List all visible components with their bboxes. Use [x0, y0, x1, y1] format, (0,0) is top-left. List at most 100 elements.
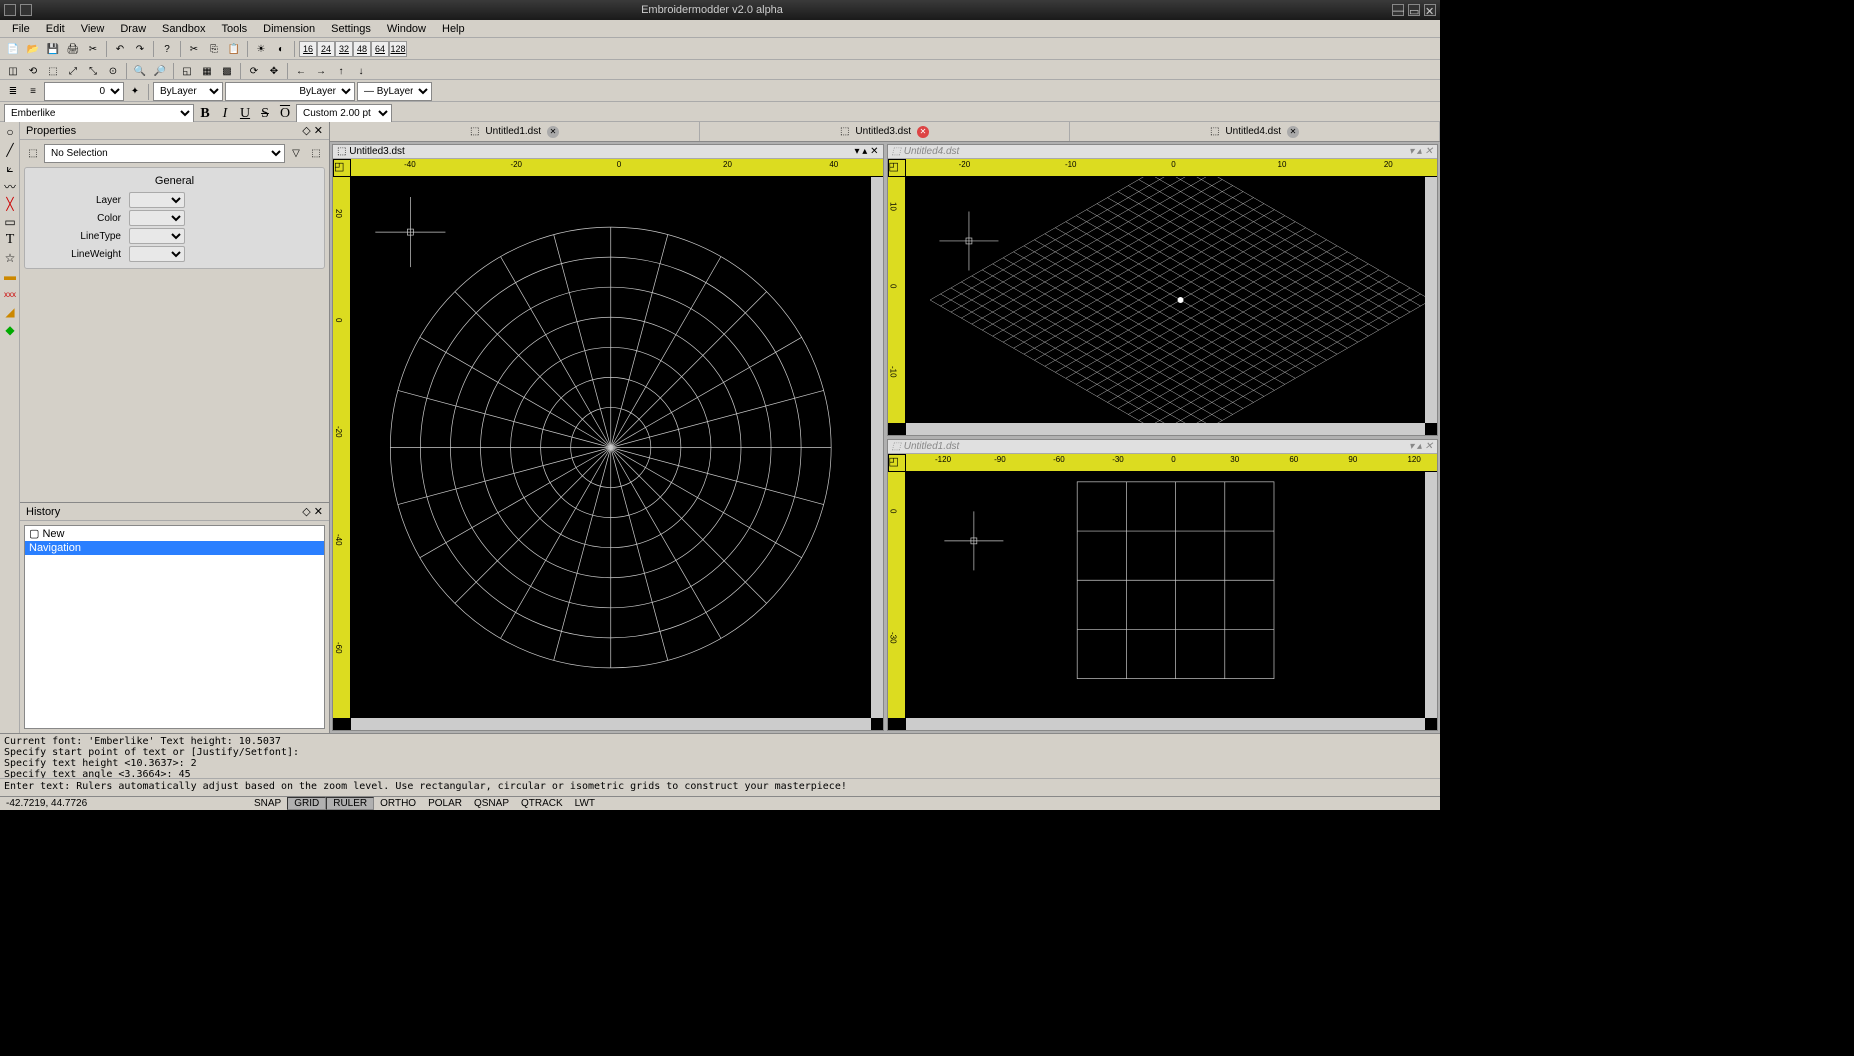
status-ruler[interactable]: RULER	[326, 797, 374, 810]
wave-tool-icon[interactable]: 〰	[2, 178, 18, 194]
close-icon[interactable]: ✕	[1424, 4, 1436, 16]
status-grid[interactable]: GRID	[287, 797, 326, 810]
zoom-window-icon[interactable]: ⬚	[44, 62, 62, 80]
rect-tool-icon[interactable]: ▭	[2, 214, 18, 230]
layer-mgr-icon[interactable]: ≣	[4, 83, 22, 101]
selection-dropdown[interactable]: No Selection	[44, 144, 285, 163]
bold-icon[interactable]: B	[196, 105, 214, 123]
canvas[interactable]	[351, 177, 871, 718]
scrollbar-vertical[interactable]	[1425, 472, 1437, 718]
panel-close-icon[interactable]: ✕	[314, 125, 323, 137]
menu-draw[interactable]: Draw	[112, 21, 154, 37]
cut-icon[interactable]: ✂	[185, 40, 203, 58]
lineweight-bylayer-select[interactable]: — ByLayer	[357, 82, 432, 101]
status-lwt[interactable]: LWT	[569, 798, 601, 809]
menu-window[interactable]: Window	[379, 21, 434, 37]
move-tool-icon[interactable]: ◆	[2, 322, 18, 338]
measure-tool-icon[interactable]: ◢	[2, 304, 18, 320]
zoom-sel-icon[interactable]: ◱	[178, 62, 196, 80]
open-icon[interactable]: 📂	[24, 40, 42, 58]
arc-tool-icon[interactable]: ⟀	[2, 160, 18, 176]
tab[interactable]: ⬚Untitled3.dst✕	[700, 122, 1070, 141]
panel-detach-icon[interactable]: ◇	[302, 125, 310, 137]
pan-pt-icon[interactable]: ✥	[265, 62, 283, 80]
qselect-icon[interactable]: ⬚	[307, 145, 325, 163]
zoom-all-icon[interactable]: ▦	[198, 62, 216, 80]
canvas[interactable]	[906, 472, 1426, 718]
tab[interactable]: ⬚Untitled4.dst✕	[1070, 122, 1440, 141]
fill-tool-icon[interactable]: ▬	[2, 268, 18, 284]
font-select[interactable]: Emberlike	[4, 104, 194, 123]
prop-field-color[interactable]	[129, 210, 185, 226]
point-tool-icon[interactable]: ╳	[2, 196, 18, 212]
italic-icon[interactable]: I	[216, 105, 234, 123]
history-list[interactable]: ▢ NewNavigation	[24, 525, 325, 729]
menu-tools[interactable]: Tools	[213, 21, 255, 37]
pan-left-icon[interactable]: ←	[292, 62, 310, 80]
prop-field-layer[interactable]	[129, 192, 185, 208]
pan-right-icon[interactable]: →	[312, 62, 330, 80]
scrollbar-horizontal[interactable]	[906, 423, 1426, 435]
history-item[interactable]: Navigation	[25, 541, 324, 555]
status-snap[interactable]: SNAP	[248, 798, 287, 809]
win-close-icon[interactable]: ✕	[1425, 441, 1433, 452]
star-tool-icon[interactable]: ☆	[2, 250, 18, 266]
status-polar[interactable]: POLAR	[422, 798, 468, 809]
tab[interactable]: ⬚Untitled1.dst✕	[330, 122, 700, 141]
tab-close-icon[interactable]: ✕	[1287, 126, 1299, 138]
maximize-icon[interactable]: ▭	[1408, 4, 1420, 16]
color-bylayer-select[interactable]: ByLayer	[153, 82, 223, 101]
menu-sandbox[interactable]: Sandbox	[154, 21, 213, 37]
prop-field-lineweight[interactable]	[129, 246, 185, 262]
win-max-icon[interactable]: ▴	[1417, 146, 1422, 157]
circle-tool-icon[interactable]: ○	[2, 124, 18, 140]
pan-rt-icon[interactable]: ⟳	[245, 62, 263, 80]
linetype-bylayer-select[interactable]: ByLayer	[225, 82, 355, 101]
zoom-center-icon[interactable]: ⊙	[104, 62, 122, 80]
scrollbar-vertical[interactable]	[1425, 177, 1437, 423]
zoom-out-icon[interactable]: 🔎	[151, 62, 169, 80]
zoom-in-icon[interactable]: 🔍	[131, 62, 149, 80]
help-icon[interactable]: ?	[158, 40, 176, 58]
scrollbar-horizontal[interactable]	[906, 718, 1426, 730]
panel-detach-icon[interactable]: ◇	[302, 506, 310, 518]
zoom-dyn-icon[interactable]: ⤢	[64, 62, 82, 80]
minimize-icon[interactable]: —	[1392, 4, 1404, 16]
day-icon[interactable]: ☀	[252, 40, 270, 58]
iconsize-64[interactable]: 64	[371, 41, 389, 57]
prop-field-linetype[interactable]	[129, 228, 185, 244]
win-max-icon[interactable]: ▴	[862, 146, 867, 157]
win-min-icon[interactable]: ▾	[1409, 146, 1414, 157]
menu-dimension[interactable]: Dimension	[255, 21, 323, 37]
iconsize-128[interactable]: 128	[389, 41, 407, 57]
history-item[interactable]: ▢ New	[25, 526, 324, 541]
tab-close-icon[interactable]: ✕	[547, 126, 559, 138]
font-size-select[interactable]: Custom 2.00 pt	[296, 104, 392, 123]
zoom-prev-icon[interactable]: ⟲	[24, 62, 42, 80]
redo-icon[interactable]: ↷	[131, 40, 149, 58]
design-icon[interactable]: ✂	[84, 40, 102, 58]
filter-icon[interactable]: ▽	[287, 145, 305, 163]
menu-file[interactable]: File	[4, 21, 38, 37]
iconsize-48[interactable]: 48	[353, 41, 371, 57]
tab-close-icon[interactable]: ✕	[917, 126, 929, 138]
status-ortho[interactable]: ORTHO	[374, 798, 422, 809]
text-tool-icon[interactable]: T	[2, 232, 18, 248]
status-qsnap[interactable]: QSNAP	[468, 798, 515, 809]
iconsize-32[interactable]: 32	[335, 41, 353, 57]
pan-down-icon[interactable]: ↓	[352, 62, 370, 80]
new-icon[interactable]: 📄	[4, 40, 22, 58]
zoom-ext-icon[interactable]: ▩	[218, 62, 236, 80]
undo-icon[interactable]: ↶	[111, 40, 129, 58]
pick-add-icon[interactable]: ⬚	[24, 145, 42, 163]
win-close-icon[interactable]: ✕	[870, 146, 878, 157]
zoom-real-icon[interactable]: ◫	[4, 62, 22, 80]
win-close-icon[interactable]: ✕	[1425, 146, 1433, 157]
panel-close-icon[interactable]: ✕	[314, 506, 323, 518]
zoom-scale-icon[interactable]: ⤡	[84, 62, 102, 80]
overline-icon[interactable]: O	[276, 105, 294, 123]
menu-view[interactable]: View	[73, 21, 113, 37]
command-input[interactable]: Enter text: Rulers automatically adjust …	[0, 778, 1440, 796]
win-max-icon[interactable]: ▴	[1417, 441, 1422, 452]
menu-edit[interactable]: Edit	[38, 21, 73, 37]
